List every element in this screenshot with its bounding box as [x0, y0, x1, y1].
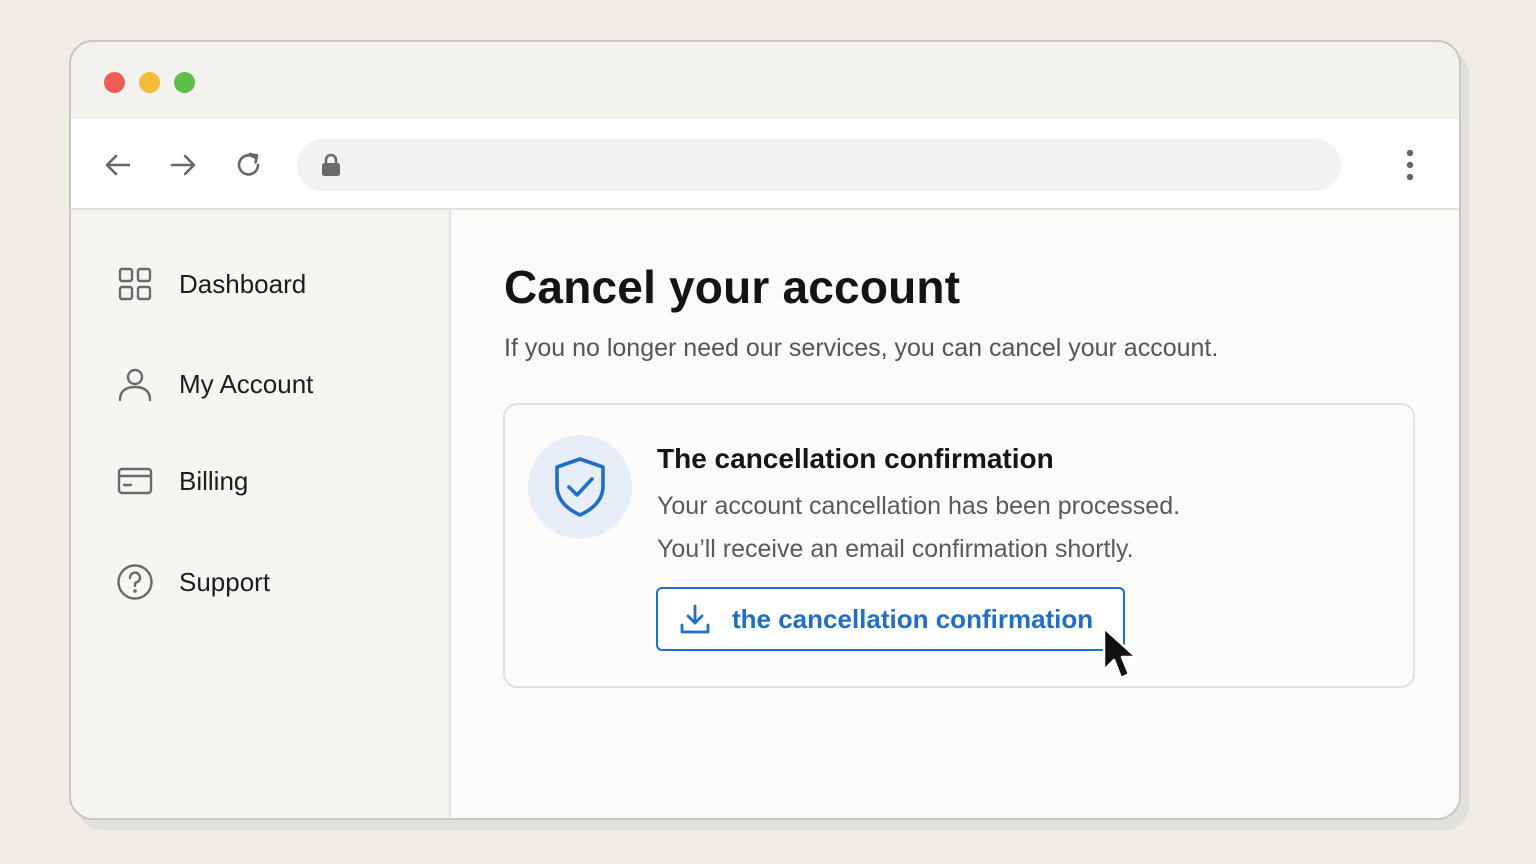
more-vertical-icon[interactable] [1396, 147, 1424, 183]
page-title: Cancel your account [504, 261, 961, 313]
download-button-label: the cancellation confirmation [732, 603, 1094, 634]
card-title: The cancellation confirmation [657, 443, 1054, 474]
card-message: You’ll receive an email confirmation sho… [657, 535, 1134, 563]
confirmation-card: The cancellation confirmation Your accou… [503, 403, 1415, 688]
mouse-pointer-icon [1101, 626, 1141, 686]
help-circle-icon [116, 563, 154, 601]
main-content: Cancel your account If you no longer nee… [453, 210, 1459, 818]
sidebar-item-my-account[interactable]: My Account [116, 364, 313, 404]
page-subtitle: If you no longer need our services, you … [504, 334, 1219, 362]
close-window-button[interactable] [104, 72, 125, 93]
address-bar[interactable] [297, 139, 1341, 191]
lock-icon [319, 152, 343, 178]
reload-icon[interactable] [233, 149, 265, 181]
download-icon [678, 602, 712, 636]
browser-toolbar [71, 119, 1459, 210]
minimize-window-button[interactable] [139, 72, 160, 93]
maximize-window-button[interactable] [174, 72, 195, 93]
shield-check-icon [528, 435, 632, 539]
browser-window: Dashboard My Account Billing Support Can… [69, 40, 1461, 820]
credit-card-icon [116, 462, 154, 500]
sidebar-item-billing[interactable]: Billing [116, 461, 248, 501]
sidebar-item-label: Support [179, 566, 271, 597]
grid-icon [116, 265, 154, 303]
user-icon [116, 365, 154, 403]
sidebar-item-dashboard[interactable]: Dashboard [116, 264, 306, 304]
arrow-left-icon[interactable] [102, 149, 134, 181]
sidebar-item-label: Billing [179, 465, 249, 496]
sidebar-item-label: My Account [179, 368, 314, 399]
arrow-right-icon[interactable] [167, 149, 199, 181]
card-message: Your account cancellation has been proce… [657, 492, 1181, 520]
sidebar-item-label: Dashboard [179, 268, 307, 299]
download-confirmation-button[interactable]: the cancellation confirmation [656, 587, 1125, 651]
sidebar-item-support[interactable]: Support [116, 562, 270, 602]
sidebar: Dashboard My Account Billing Support [71, 210, 451, 818]
title-bar [71, 42, 1459, 119]
